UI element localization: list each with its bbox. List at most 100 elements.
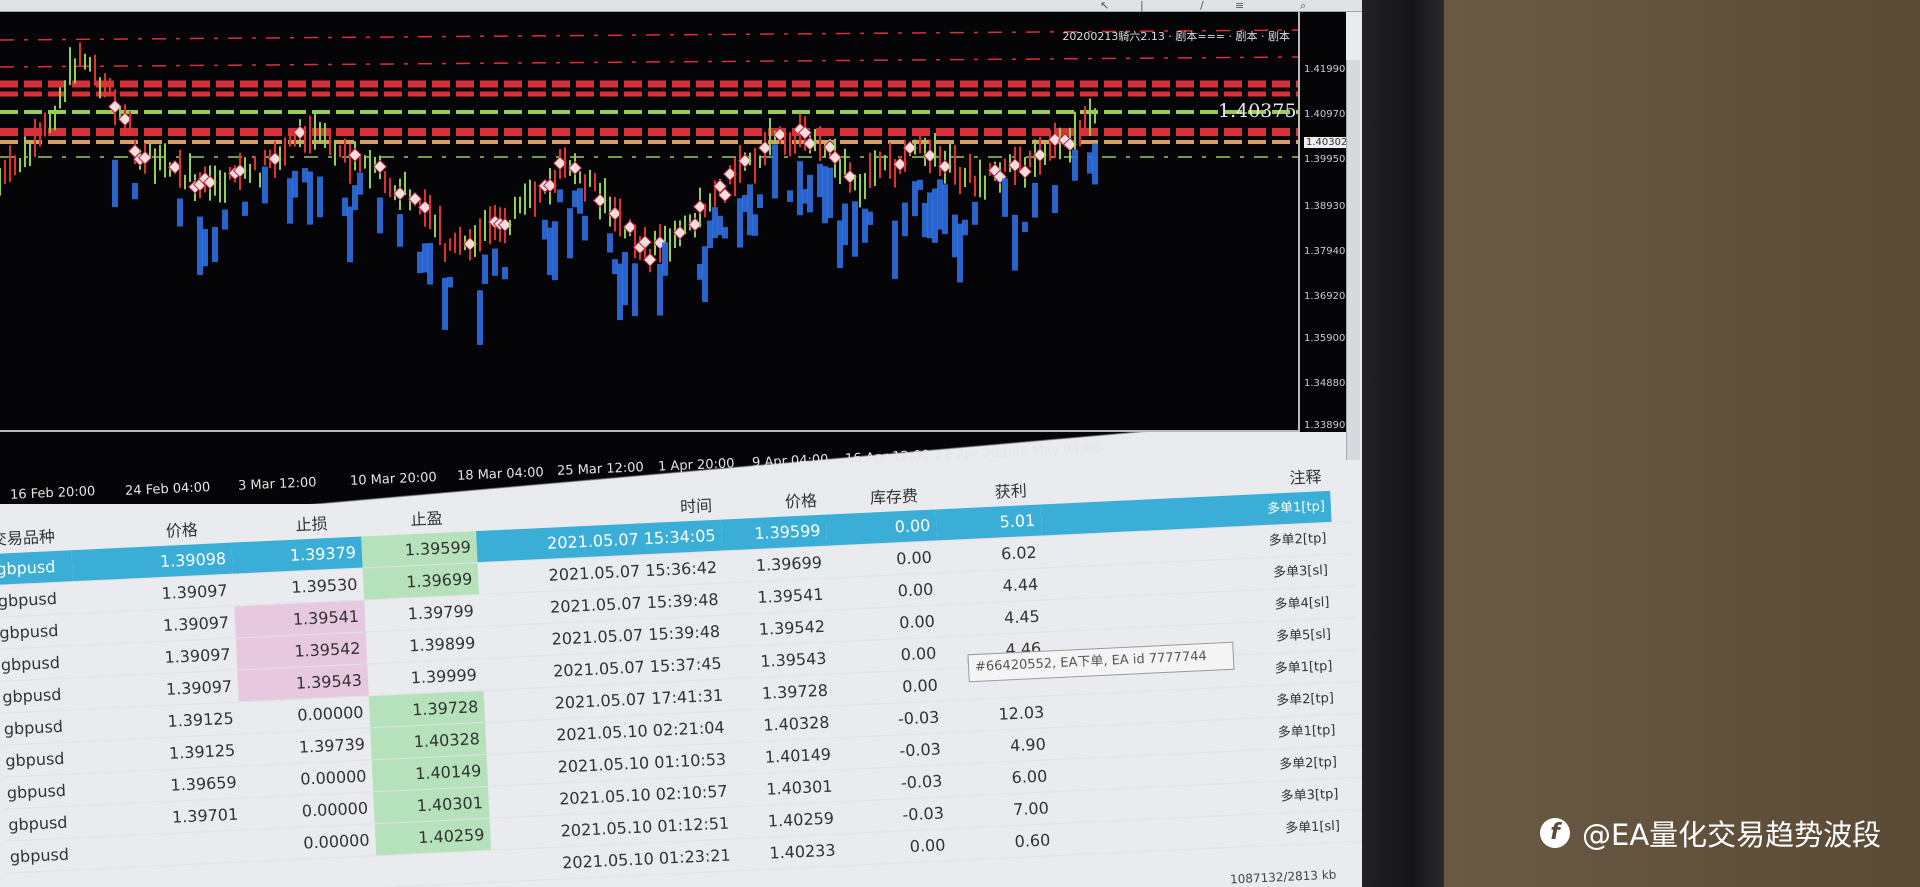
zoom-icon[interactable]: ⌕ bbox=[1300, 0, 1306, 12]
cell-tp bbox=[376, 851, 492, 887]
order-marker bbox=[622, 252, 628, 306]
price-label: 1.40375 bbox=[1218, 100, 1297, 122]
vertical-line-icon[interactable]: | bbox=[1140, 0, 1144, 12]
order-marker bbox=[1022, 221, 1028, 232]
cell-profit: 4.45 bbox=[1003, 606, 1041, 628]
cell-profit: 5.01 bbox=[935, 504, 1042, 541]
order-marker bbox=[1002, 178, 1008, 217]
order-marker bbox=[557, 189, 563, 203]
order-marker bbox=[552, 221, 558, 281]
cell-tp: 1.40259 bbox=[374, 818, 492, 856]
price-axis[interactable]: 1.41990 1.40970 1.40302 1.39950 1.38930 … bbox=[1300, 12, 1350, 432]
price-tick: 1.38930 bbox=[1304, 201, 1346, 212]
order-marker bbox=[1032, 182, 1038, 218]
cell-swap: 0.00 bbox=[909, 835, 946, 857]
order-marker bbox=[502, 267, 508, 280]
header-price[interactable]: 价格 bbox=[165, 516, 198, 541]
cell-close-price: 1.40328 bbox=[762, 712, 830, 735]
cell-close-price: 1.39542 bbox=[758, 616, 826, 639]
cell-tp: 1.40328 bbox=[370, 722, 487, 760]
cell-sl: 1.39739 bbox=[298, 734, 366, 757]
order-marker bbox=[317, 176, 323, 218]
cell-symbol: gbpusd bbox=[0, 550, 73, 585]
price-tick: 1.35900 bbox=[1304, 333, 1346, 344]
price-tick: 1.33890 bbox=[1304, 420, 1346, 431]
cell-sl bbox=[246, 856, 377, 887]
cell-swap: 0.00 bbox=[900, 643, 937, 665]
cell-symbol: gbpusd bbox=[3, 716, 64, 739]
order-marker bbox=[1092, 143, 1098, 185]
cell-tp: 1.39999 bbox=[410, 665, 478, 688]
cell-profit: 0.60 bbox=[1014, 830, 1051, 852]
order-marker bbox=[902, 202, 908, 237]
cell-sl: 1.39530 bbox=[290, 574, 358, 597]
cell-profit: 6.00 bbox=[1011, 766, 1048, 788]
cell-sl: 1.39543 bbox=[237, 664, 369, 702]
cell-swap: 0.00 bbox=[897, 579, 934, 601]
cell-close-price: 1.40149 bbox=[764, 744, 832, 767]
cell-close-price: 1.40259 bbox=[767, 808, 835, 831]
cell-symbol: gbpusd bbox=[7, 812, 68, 835]
order-marker bbox=[397, 214, 403, 247]
cell-swap: 0.00 bbox=[898, 611, 936, 633]
order-marker bbox=[752, 214, 758, 236]
header-swap[interactable]: 库存费 bbox=[869, 482, 918, 508]
cell-sl: 1.39379 bbox=[231, 536, 363, 574]
order-marker bbox=[477, 290, 483, 345]
order-marker bbox=[917, 179, 923, 190]
time-tick: 16 Feb 20:00 bbox=[9, 484, 96, 503]
order-marker bbox=[807, 174, 813, 213]
header-close-price[interactable]: 价格 bbox=[784, 487, 818, 512]
cell-swap: -0.03 bbox=[897, 707, 940, 729]
order-marker bbox=[242, 201, 248, 216]
cell-tp: 1.39599 bbox=[361, 531, 478, 568]
cell-symbol bbox=[7, 870, 88, 887]
order-marker bbox=[132, 182, 138, 200]
order-marker bbox=[867, 211, 873, 225]
time-tick: 1 Apr 20:00 bbox=[657, 456, 735, 475]
cell-symbol: gbpusd bbox=[6, 780, 67, 803]
header-comment[interactable]: 注释 bbox=[1289, 463, 1322, 488]
order-marker bbox=[212, 227, 218, 263]
cell-symbol: gbpusd bbox=[0, 620, 59, 643]
header-tp[interactable]: 止盈 bbox=[410, 505, 443, 530]
order-marker bbox=[1012, 214, 1018, 271]
trading-terminal-screen: ↖ | / ≡ ⌕ 20200213騎六2.13 · 剧本=== · 剧本 · … bbox=[0, 0, 1362, 887]
order-marker bbox=[842, 203, 848, 246]
cell-tp: 1.39799 bbox=[407, 601, 475, 624]
time-tick: 16 Apr 12:00 bbox=[844, 448, 931, 467]
header-symbol[interactable]: 交易品种 bbox=[0, 523, 55, 550]
time-tick: 3 Mar 12:00 bbox=[237, 475, 317, 494]
order-marker bbox=[292, 170, 298, 198]
cursor-tool-icon[interactable]: ↖ bbox=[1100, 0, 1109, 12]
order-marker bbox=[1072, 149, 1078, 181]
vertical-scrollbar[interactable] bbox=[1346, 60, 1360, 460]
price-chart[interactable]: 20200213騎六2.13 · 剧本=== · 剧本 · 剧本 1.40375 bbox=[0, 12, 1300, 432]
cell-tp: 1.40149 bbox=[371, 754, 489, 792]
time-tick: 9 Apr 04:00 bbox=[751, 452, 829, 471]
cell-sl: 0.00000 bbox=[296, 702, 364, 725]
cell-tp: 1.39899 bbox=[408, 633, 476, 656]
order-marker bbox=[492, 248, 498, 276]
order-marker bbox=[347, 206, 353, 263]
cell-close-price: 1.39541 bbox=[756, 584, 824, 607]
watermark-logo-icon: f bbox=[1540, 818, 1570, 848]
header-sl[interactable]: 止损 bbox=[295, 510, 328, 535]
order-marker bbox=[942, 184, 948, 235]
order-marker bbox=[702, 246, 708, 303]
cell-sl: 1.39541 bbox=[234, 600, 366, 638]
order-marker bbox=[482, 254, 488, 284]
order-marker bbox=[377, 197, 383, 234]
cell-profit: 12.03 bbox=[998, 702, 1045, 724]
fibonacci-icon[interactable]: ≡ bbox=[1235, 0, 1244, 12]
cell-tp: 1.39728 bbox=[368, 690, 486, 728]
cell-tp: 1.40301 bbox=[373, 786, 490, 824]
header-time[interactable]: 时间 bbox=[680, 492, 713, 517]
watermark: f @EA量化交易趋势波段 bbox=[1540, 812, 1881, 854]
cell-close-price: 1.40301 bbox=[765, 776, 833, 799]
header-profit[interactable]: 获利 bbox=[994, 477, 1027, 502]
time-tick: 25 Mar 12:00 bbox=[556, 460, 645, 479]
order-marker bbox=[892, 220, 898, 280]
trendline-icon[interactable]: / bbox=[1200, 0, 1204, 12]
cell-sl: 0.00000 bbox=[299, 766, 367, 789]
